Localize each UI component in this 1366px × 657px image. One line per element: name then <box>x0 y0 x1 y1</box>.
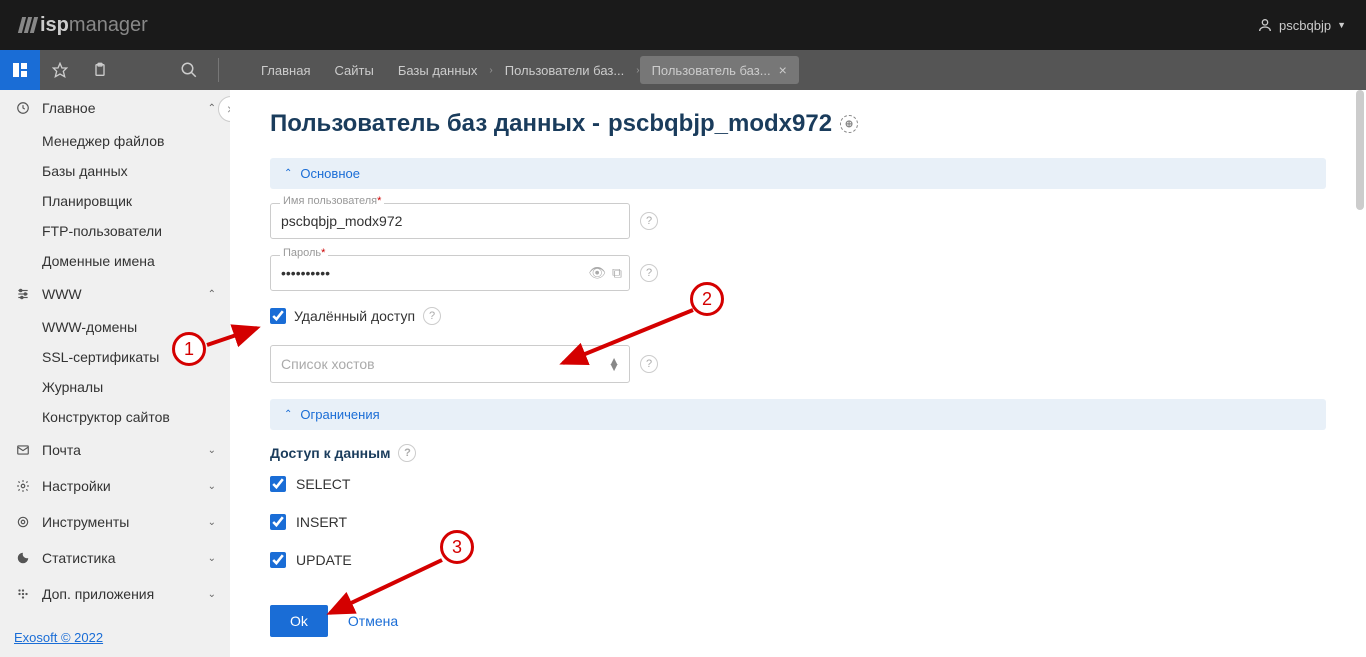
sidebar-footer: Exosoft © 2022 <box>0 618 230 657</box>
sidebar-section-mail[interactable]: Почта ⌄ <box>0 432 230 468</box>
sidebar-item-databases[interactable]: Базы данных <box>0 156 230 186</box>
perm-select-checkbox[interactable] <box>270 476 286 492</box>
sidebar-section-apps[interactable]: Доп. приложения ⌄ <box>0 576 230 612</box>
logo-text-light: manager <box>69 14 148 37</box>
dashboard-icon <box>14 101 32 115</box>
perm-update-checkbox[interactable] <box>270 552 286 568</box>
username-label: Имя пользователя* <box>280 195 384 207</box>
user-menu[interactable]: pscbqbjp ▼ <box>1257 17 1346 33</box>
breadcrumb: Главная Сайты Базы данных › Пользователи… <box>249 56 799 84</box>
section-restrict-label: Ограничения <box>300 407 379 422</box>
annotation-2: 2 <box>690 282 724 316</box>
sidebar-section-stats[interactable]: Статистика ⌄ <box>0 540 230 576</box>
settings-icon <box>14 479 32 493</box>
chevron-up-icon: ⌃ <box>208 103 216 114</box>
sidebar-section-www[interactable]: WWW ⌃ <box>0 276 230 312</box>
username-label: pscbqbjp <box>1279 18 1331 33</box>
sidebar-section-label: Почта <box>42 442 81 458</box>
help-icon[interactable]: ? <box>423 307 441 325</box>
perm-label: SELECT <box>296 476 350 492</box>
username-input[interactable] <box>270 203 630 239</box>
sidebar-item-sitebuilder[interactable]: Конструктор сайтов <box>0 402 230 432</box>
chevron-down-icon: ⌄ <box>208 589 216 600</box>
gear-icon <box>14 515 32 529</box>
crumb-current-label: Пользователь баз... <box>652 63 771 78</box>
help-icon[interactable]: ? <box>398 444 416 462</box>
chevron-down-icon: ⌄ <box>208 553 216 564</box>
page-title-name: pscbqbjp_modx972 <box>608 110 832 138</box>
user-icon <box>1257 17 1273 33</box>
annotation-arrow-2 <box>553 305 703 375</box>
sidebar-section-label: Статистика <box>42 550 116 566</box>
annotation-arrow-1 <box>205 320 265 350</box>
sidebar-section-main[interactable]: Главное ⌃ <box>0 90 230 126</box>
crumb-sites[interactable]: Сайты <box>322 57 385 84</box>
chevron-down-icon: ⌄ <box>208 481 216 492</box>
sidebar-section-label: Доп. приложения <box>42 586 154 602</box>
annotation-arrow-3 <box>320 555 450 625</box>
section-main-header[interactable]: ⌃ Основное <box>270 158 1326 189</box>
sidebar-section-label: WWW <box>42 286 82 302</box>
chevron-up-icon: ⌃ <box>284 409 292 420</box>
chevron-up-icon: ⌃ <box>284 168 292 179</box>
mail-icon <box>14 443 32 457</box>
sidebar-item-ftpusers[interactable]: FTP-пользователи <box>0 216 230 246</box>
sidebar-item-scheduler[interactable]: Планировщик <box>0 186 230 216</box>
close-icon[interactable]: × <box>779 62 787 78</box>
moon-icon <box>14 551 32 565</box>
perm-insert-checkbox[interactable] <box>270 514 286 530</box>
help-icon[interactable]: ? <box>640 264 658 282</box>
sidebar-section-label: Главное <box>42 100 96 116</box>
password-input[interactable] <box>270 255 630 291</box>
host-list-placeholder: Список хостов <box>281 356 375 372</box>
tool-clipboard-icon[interactable] <box>80 50 120 90</box>
sidebar-section-label: Инструменты <box>42 514 129 530</box>
crumb-home[interactable]: Главная <box>249 57 322 84</box>
help-icon[interactable]: ? <box>640 212 658 230</box>
sidebar-section-label: Настройки <box>42 478 111 494</box>
search-button[interactable] <box>180 58 219 82</box>
crumb-databases[interactable]: Базы данных <box>386 57 490 84</box>
search-icon <box>180 61 198 79</box>
logo-text-bold: isp <box>40 14 69 37</box>
chevron-down-icon: ▼ <box>1337 20 1346 30</box>
remote-access-checkbox[interactable] <box>270 308 286 324</box>
sidebar-section-tools[interactable]: Инструменты ⌄ <box>0 504 230 540</box>
logo: ispmanager <box>20 14 148 37</box>
sidebar-item-domains[interactable]: Доменные имена <box>0 246 230 276</box>
apps-icon <box>14 587 32 601</box>
copy-icon[interactable]: ⧉ <box>612 265 622 282</box>
chevron-down-icon: ⌄ <box>208 445 216 456</box>
password-label: Пароль* <box>280 247 328 259</box>
logo-bars-icon <box>20 17 36 33</box>
chevron-up-icon: ⌃ <box>208 289 216 300</box>
section-main-label: Основное <box>300 166 360 181</box>
scrollbar[interactable] <box>1356 90 1364 210</box>
page-title: Пользователь баз данных - pscbqbjp_modx9… <box>270 110 1326 138</box>
sliders-icon <box>14 287 32 301</box>
globe-icon: ⊕ <box>840 115 858 133</box>
data-access-title: Доступ к данным ? <box>270 444 1326 462</box>
perm-label: INSERT <box>296 514 347 530</box>
sidebar-item-filemanager[interactable]: Менеджер файлов <box>0 126 230 156</box>
crumb-current[interactable]: Пользователь баз... × <box>640 56 799 84</box>
annotation-1: 1 <box>172 332 206 366</box>
sidebar-item-logs[interactable]: Журналы <box>0 372 230 402</box>
section-restrict-header[interactable]: ⌃ Ограничения <box>270 399 1326 430</box>
remote-access-label: Удалённый доступ <box>294 308 415 324</box>
tool-layout-icon[interactable] <box>0 50 40 90</box>
chevron-down-icon: ⌄ <box>208 517 216 528</box>
crumb-dbusers[interactable]: Пользователи баз... <box>493 57 637 84</box>
page-title-prefix: Пользователь баз данных - <box>270 110 600 138</box>
annotation-3: 3 <box>440 530 474 564</box>
eye-icon[interactable]: 👁 <box>588 265 606 282</box>
footer-link[interactable]: Exosoft © 2022 <box>14 630 103 645</box>
tool-star-icon[interactable] <box>40 50 80 90</box>
sidebar-section-settings[interactable]: Настройки ⌄ <box>0 468 230 504</box>
